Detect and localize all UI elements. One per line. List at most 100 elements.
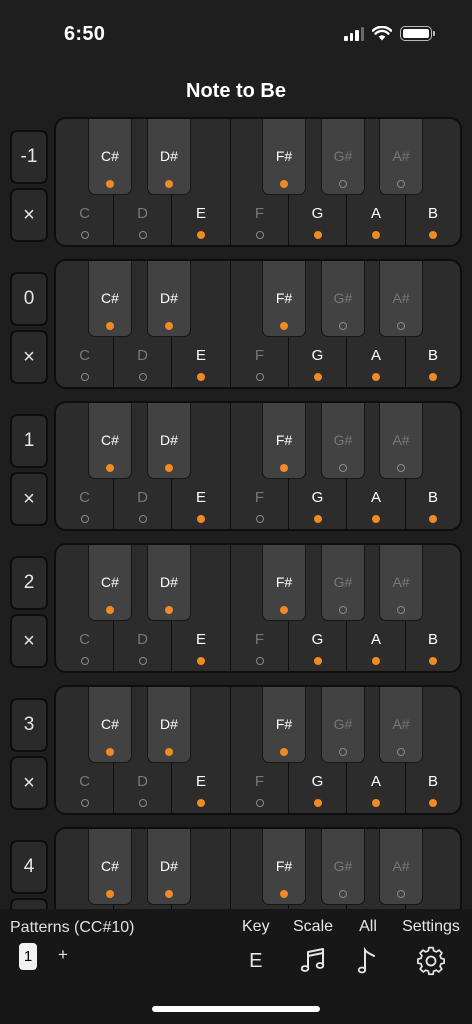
pattern-row: 2 × C D E F G A B C# D# F# G# A# — [0, 543, 472, 673]
key-label: A# — [392, 148, 410, 164]
active-note-indicator — [106, 322, 114, 330]
clear-row-button[interactable]: × — [10, 756, 48, 810]
add-pattern-button[interactable]: + — [58, 945, 68, 965]
active-note-indicator — [372, 799, 380, 807]
black-key-c-sharp[interactable]: C# — [88, 545, 132, 621]
black-key-g-sharp[interactable]: G# — [321, 829, 365, 905]
black-key-c-sharp[interactable]: C# — [88, 261, 132, 337]
black-key-a-sharp[interactable]: A# — [379, 403, 423, 479]
octave-button[interactable]: 4 — [10, 840, 48, 894]
key-label: F# — [275, 432, 293, 448]
black-key-d-sharp[interactable]: D# — [147, 687, 191, 763]
black-key-d-sharp[interactable]: D# — [147, 261, 191, 337]
inactive-note-indicator — [138, 231, 147, 239]
key-label: A# — [392, 716, 410, 732]
key-label: D# — [160, 716, 178, 732]
active-note-indicator — [165, 606, 173, 614]
black-key-g-sharp[interactable]: G# — [321, 545, 365, 621]
key-label: G# — [333, 574, 353, 590]
black-key-a-sharp[interactable]: A# — [379, 687, 423, 763]
key-label: C — [79, 205, 90, 222]
clear-row-button[interactable]: × — [10, 188, 48, 242]
key-label: G — [311, 489, 324, 506]
key-label: G# — [333, 148, 353, 164]
active-note-indicator — [372, 231, 380, 239]
black-key-g-sharp[interactable]: G# — [321, 687, 365, 763]
scale-button[interactable]: Scale — [293, 918, 333, 976]
black-key-a-sharp[interactable]: A# — [379, 261, 423, 337]
inactive-note-indicator — [255, 231, 264, 239]
black-key-f-sharp[interactable]: F# — [262, 403, 306, 479]
cellular-signal-icon — [344, 26, 364, 41]
piano-keyboard: CDEFGABC#D#F#G#A# — [54, 827, 462, 909]
key-label: G — [311, 347, 324, 364]
piano-keyboard: CDEFGABC#D#F#G#A# — [54, 259, 462, 389]
page-title: Note to Be — [186, 80, 286, 102]
active-note-indicator — [313, 657, 322, 665]
key-label: F — [254, 773, 265, 790]
black-key-c-sharp[interactable]: C# — [88, 403, 132, 479]
black-key-d-sharp[interactable]: D# — [147, 119, 191, 195]
settings-button[interactable]: Settings — [401, 918, 461, 976]
key-label: D# — [160, 858, 178, 874]
inactive-note-indicator — [339, 606, 347, 614]
status-icons — [344, 26, 435, 41]
black-key-f-sharp[interactable]: F# — [262, 119, 306, 195]
inactive-note-indicator — [80, 799, 89, 807]
active-note-indicator — [165, 464, 173, 472]
key-label: A — [370, 631, 381, 648]
black-key-a-sharp[interactable]: A# — [379, 119, 423, 195]
octave-button[interactable]: 2 — [10, 556, 48, 610]
black-key-d-sharp[interactable]: D# — [147, 829, 191, 905]
inactive-note-indicator — [138, 799, 147, 807]
inactive-note-indicator — [80, 373, 89, 381]
clear-row-button[interactable]: × — [10, 330, 48, 384]
key-label: C# — [101, 148, 119, 164]
clear-row-button[interactable]: × — [10, 898, 48, 909]
key-label: F# — [275, 858, 293, 874]
black-key-a-sharp[interactable]: A# — [379, 545, 423, 621]
inactive-note-indicator — [80, 231, 89, 239]
pattern-1-button[interactable]: 1 — [19, 943, 37, 970]
black-key-a-sharp[interactable]: A# — [379, 829, 423, 905]
black-key-d-sharp[interactable]: D# — [147, 403, 191, 479]
key-label: C — [79, 347, 90, 364]
active-note-indicator — [429, 515, 437, 523]
clear-row-button[interactable]: × — [10, 472, 48, 526]
active-note-indicator — [106, 464, 114, 472]
pattern-rows: -1 × C D E F G A B C# D# F# G# A# 0 × C D E F G A B C# D# F# G# A# 1… — [0, 117, 472, 909]
key-label: D — [137, 205, 148, 222]
black-key-f-sharp[interactable]: F# — [262, 545, 306, 621]
octave-button[interactable]: 1 — [10, 414, 48, 468]
active-note-indicator — [313, 515, 322, 523]
active-note-indicator — [165, 322, 173, 330]
octave-button[interactable]: 3 — [10, 698, 48, 752]
black-key-c-sharp[interactable]: C# — [88, 829, 132, 905]
key-label: A — [370, 773, 381, 790]
key-button[interactable]: Key E — [242, 918, 270, 976]
black-key-g-sharp[interactable]: G# — [321, 261, 365, 337]
key-label: C# — [101, 432, 119, 448]
inactive-note-indicator — [397, 322, 405, 330]
key-label: A# — [392, 858, 410, 874]
black-key-c-sharp[interactable]: C# — [88, 119, 132, 195]
octave-button[interactable]: 0 — [10, 272, 48, 326]
key-label: B — [427, 347, 438, 364]
black-key-g-sharp[interactable]: G# — [321, 403, 365, 479]
black-key-c-sharp[interactable]: C# — [88, 687, 132, 763]
key-label: D — [137, 773, 148, 790]
black-key-g-sharp[interactable]: G# — [321, 119, 365, 195]
key-label: D — [137, 631, 148, 648]
key-label: B — [427, 773, 438, 790]
all-button[interactable]: All — [357, 918, 379, 976]
clear-row-button[interactable]: × — [10, 614, 48, 668]
black-key-f-sharp[interactable]: F# — [262, 829, 306, 905]
active-note-indicator — [280, 180, 288, 188]
octave-button[interactable]: -1 — [10, 130, 48, 184]
active-note-indicator — [197, 231, 205, 239]
black-key-f-sharp[interactable]: F# — [262, 687, 306, 763]
black-key-f-sharp[interactable]: F# — [262, 261, 306, 337]
gear-icon — [401, 946, 461, 976]
inactive-note-indicator — [397, 606, 405, 614]
black-key-d-sharp[interactable]: D# — [147, 545, 191, 621]
